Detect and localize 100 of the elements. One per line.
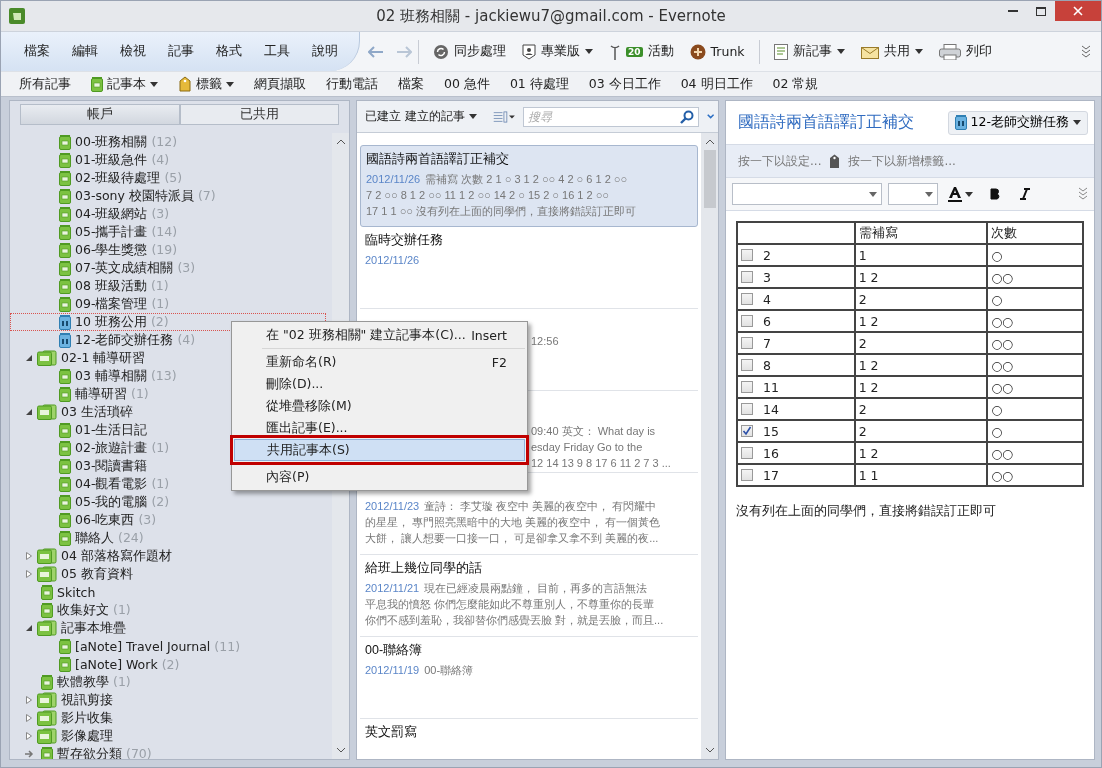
stack-label[interactable]: 視訊剪接 (61, 691, 113, 709)
notebook-row[interactable]: 06-吃東西 (3) (10, 511, 326, 529)
checkbox[interactable] (741, 425, 753, 437)
menu-item[interactable]: 匯出記事(E)... (234, 417, 525, 439)
toolbar-button[interactable]: 20 活動 (601, 37, 682, 66)
collapsed-triangle-icon[interactable] (25, 732, 33, 740)
notebook-row[interactable]: Skitch (10, 583, 326, 601)
collapsed-triangle-icon[interactable] (25, 570, 33, 578)
toolbar-button[interactable]: 新記事 (765, 37, 853, 66)
overflow-chevron-icon[interactable] (1081, 44, 1091, 59)
scrollbar[interactable] (701, 133, 718, 759)
scrollbar-thumb[interactable] (703, 150, 716, 208)
sort-dropdown[interactable]: 已建立 建立的記事 (365, 108, 477, 125)
notebook-row[interactable]: 06-學生獎懲 (19) (10, 241, 326, 259)
expanded-triangle-icon[interactable] (25, 408, 33, 416)
view-options-icon[interactable] (492, 108, 515, 125)
notebook-row[interactable]: 暫存欲分類 (70) (10, 745, 326, 759)
sidebar-tab[interactable]: 帳戶 (20, 104, 180, 125)
menu-item[interactable]: 工具 (253, 43, 301, 60)
scroll-up-icon[interactable] (336, 139, 345, 144)
checkbox[interactable] (741, 293, 753, 305)
note-title-field[interactable]: 國語詩兩首語譯訂正補交 (738, 112, 940, 133)
shortcut-button[interactable]: 04 明日工作 (670, 73, 763, 95)
expanded-triangle-icon[interactable] (25, 354, 33, 362)
checkbox[interactable] (741, 359, 753, 371)
sidebar-tab[interactable]: 已共用 (179, 104, 339, 125)
notebook-row[interactable]: 05-我的電腦 (2) (10, 493, 326, 511)
notebook-selector[interactable]: 12-老師交辦任務 (947, 110, 1088, 135)
note-card[interactable]: 英文罰寫 (360, 719, 698, 759)
checkbox[interactable] (741, 271, 753, 283)
stack-label[interactable]: 05 教育資料 (61, 565, 133, 583)
notebook-row[interactable]: 07-英文成績相關 (3) (10, 259, 326, 277)
notebook-row[interactable]: 00-班務相關 (12) (10, 133, 326, 151)
menu-item[interactable]: 重新命名(R) F2 (234, 351, 525, 373)
menu-item[interactable]: 格式 (205, 43, 253, 60)
note-card[interactable]: 臨時交辦任務 2012/11/26 (360, 227, 698, 309)
menu-item[interactable]: 從堆疊移除(M) (234, 395, 525, 417)
stack-label[interactable]: 影像處理 (61, 727, 113, 745)
shortcut-button[interactable]: 所有記事 (9, 73, 81, 95)
menu-item[interactable]: 檔案 (13, 43, 61, 60)
toolbar-button[interactable]: 共用 (852, 37, 931, 66)
chevron-down-icon[interactable] (706, 113, 714, 120)
collapsed-triangle-icon[interactable] (25, 714, 33, 722)
shortcut-button[interactable]: 03 今日工作 (578, 73, 671, 95)
shortcut-button[interactable]: 檔案 (388, 73, 434, 95)
tag-field[interactable]: 按一下以新增標籤... (848, 152, 956, 170)
checkbox[interactable] (741, 469, 753, 481)
stack-label[interactable]: 03 生活瑣碎 (61, 403, 133, 421)
notebook-row[interactable]: 09-檔案管理 (1) (10, 295, 326, 313)
shortcut-button[interactable]: 01 待處理 (499, 73, 579, 95)
toolbar-button[interactable]: 專業版 (514, 37, 601, 66)
scroll-up-icon[interactable] (705, 139, 714, 144)
notebook-row[interactable]: 03-sony 校園特派員 (7) (10, 187, 326, 205)
search-field[interactable]: 搜尋 (522, 106, 699, 127)
toolbar-button[interactable]: 列印 (930, 37, 1000, 66)
shortcut-button[interactable]: 行動電話 (316, 73, 388, 95)
stack-label[interactable]: 04 部落格寫作題材 (61, 547, 172, 565)
shortcut-button[interactable]: 網頁擷取 (244, 73, 316, 95)
notebook-row[interactable]: 04-班級網站 (3) (10, 205, 326, 223)
scroll-down-icon[interactable] (336, 748, 345, 753)
checkbox[interactable] (741, 447, 753, 459)
stack-label[interactable]: 02-1 輔導研習 (61, 349, 146, 367)
notebook-row[interactable]: 收集好文 (1) (10, 601, 326, 619)
stack-label[interactable]: 記事本堆疊 (61, 619, 126, 637)
shortcut-button[interactable]: 標籤 (168, 73, 244, 95)
source-url-field[interactable]: 按一下以設定... (738, 152, 822, 170)
note-card[interactable]: 00-聯絡簿 2012/11/19 00-聯絡簿 (360, 637, 698, 719)
notebook-row[interactable]: 05-攜手計畫 (14) (10, 223, 326, 241)
notebook-row[interactable]: 聯絡人 (24) (10, 529, 326, 547)
overflow-chevron-icon[interactable] (1078, 187, 1088, 201)
stack-label[interactable]: 影片收集 (61, 709, 113, 727)
notebook-row[interactable]: [aNote] Work (2) (10, 655, 326, 673)
menu-item[interactable]: 編輯 (61, 43, 109, 60)
note-card[interactable]: 給班上幾位同學的話 2012/11/21 現在已經凌晨兩點鐘， 目前，再多的言語無法 平息我的憤怒 你們怎麼能如此不尊重別人，不尊重你的長輩 你們不感到羞恥，我卻替你們感覺丟臉 對，就是丟臉，而且... (360, 555, 698, 637)
menu-item[interactable]: 記事 (157, 43, 205, 60)
collapsed-triangle-icon[interactable] (25, 696, 33, 704)
toolbar-button[interactable]: 同步處理 (425, 37, 514, 66)
menu-item[interactable]: 刪除(D)... (234, 373, 525, 395)
checkbox[interactable] (741, 315, 753, 327)
shortcut-button[interactable]: 記事本 (81, 73, 168, 95)
menu-item[interactable]: 檢視 (109, 43, 157, 60)
notebook-row[interactable]: 02-班級待處理 (5) (10, 169, 326, 187)
notebook-row[interactable]: 軟體教學 (1) (10, 673, 326, 691)
checkbox[interactable] (741, 337, 753, 349)
shortcut-button[interactable]: 02 常規 (762, 73, 829, 95)
toolbar-button[interactable]: Trunk (681, 37, 753, 66)
collapsed-triangle-icon[interactable] (25, 552, 33, 560)
shortcut-button[interactable]: 00 急件 (434, 73, 500, 95)
scroll-down-icon[interactable] (705, 748, 714, 753)
expanded-triangle-icon[interactable] (25, 624, 33, 632)
notebook-row[interactable]: [aNote] Travel Journal (11) (10, 637, 326, 655)
menu-item[interactable]: 說明 (301, 43, 349, 60)
checkbox[interactable] (741, 403, 753, 415)
note-card[interactable]: 國語詩兩首語譯訂正補交 2012/11/26 需補寫 次數 2 1 ○ 3 1 2 ○○ 4 2 ○ 6 1 2 ○○ 7 2 ○○ 8 1 2 ○○ 11 1 2 ○○ 14 2 ○ 15 2 ○ 16 1 2 ○○ 17 1 1 ○○ 沒有列在上面的同學們，直接將錯誤訂正即可 (360, 145, 698, 227)
font-dropdown[interactable] (732, 183, 882, 205)
size-dropdown[interactable] (888, 183, 938, 205)
notebook-row[interactable]: 01-班級急件 (4) (10, 151, 326, 169)
search-icon[interactable] (679, 109, 694, 124)
checkbox[interactable] (741, 249, 753, 261)
checkbox[interactable] (741, 381, 753, 393)
